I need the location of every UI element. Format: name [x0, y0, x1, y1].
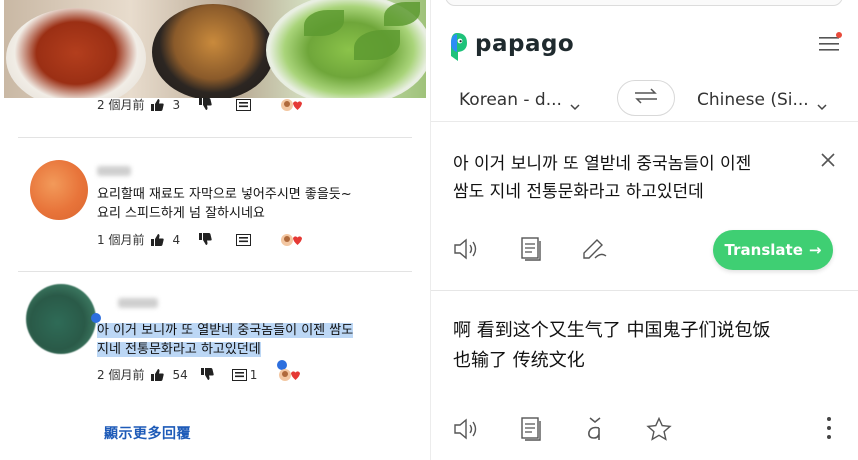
video-thumbnail[interactable]	[4, 0, 426, 98]
papago-logo-icon	[445, 32, 469, 62]
source-language-dropdown[interactable]: Korean - d...	[459, 90, 580, 111]
comment-line: 요리 스피드하게 넘 잘하시네요	[97, 206, 265, 221]
thumbs-down-icon[interactable]	[198, 233, 212, 246]
food-pot-image	[152, 4, 274, 98]
youtube-comments-panel: 2 個月前 3 요리할때 재료도 자막으로 넣어주시면 좋을듯~ 요리 스피드하…	[0, 0, 428, 460]
translate-button[interactable]: Translate →	[713, 230, 833, 270]
reply-icon[interactable]	[231, 368, 247, 381]
comment-line: 아 이거 보니까 또 열받네 중국놈들이 이젠 쌈도	[97, 323, 354, 338]
star-icon[interactable]	[645, 416, 673, 442]
result-toolbar	[453, 416, 709, 442]
comment-divider	[18, 137, 412, 138]
translated-text-line: 也输了 传统文化	[453, 350, 585, 371]
source-text-input[interactable]: 아 이거 보니까 또 열받네 중국놈들이 이젠 쌈도 지네 전통문화라고 하고있…	[453, 150, 751, 206]
section-divider	[431, 290, 858, 291]
username-blurred	[118, 298, 158, 308]
like-count: 54	[172, 367, 188, 382]
show-more-replies-link[interactable]: 顯示更多回覆	[104, 423, 191, 443]
comment-text-selected[interactable]: 아 이거 보니까 또 열받네 중국놈들이 이젠 쌈도 지네 전통문화라고 하고있…	[97, 321, 354, 359]
avatar[interactable]	[30, 160, 88, 220]
source-text-line: 아 이거 보니까 또 열받네 중국놈들이 이젠	[453, 154, 752, 174]
language-selector-bar: Korean - d... Chinese (Si...	[431, 78, 858, 122]
thumbs-up-icon[interactable]	[150, 98, 165, 111]
arrow-right-icon: →	[808, 241, 822, 259]
reply-count: 1	[249, 367, 258, 382]
app-name: papago	[475, 31, 575, 57]
avatar[interactable]	[26, 284, 96, 354]
source-toolbar	[453, 236, 645, 262]
source-language-label: Korean - d...	[459, 90, 562, 110]
food-plate-image	[6, 8, 146, 98]
target-language-dropdown[interactable]: Chinese (Si...	[697, 90, 827, 111]
comment-line: 지네 전통문화라고 하고있던데	[97, 342, 261, 357]
selection-start-handle[interactable]	[91, 313, 101, 323]
papago-header: papago	[431, 18, 858, 68]
speaker-icon[interactable]	[453, 416, 481, 442]
copy-icon[interactable]	[517, 236, 545, 262]
thumbs-up-icon[interactable]	[150, 233, 165, 246]
thumbs-down-icon[interactable]	[200, 368, 214, 381]
comment-actions: 1 個月前 4	[97, 231, 303, 248]
source-text-line: 쌈도 지네 전통문화라고 하고있던데	[453, 182, 704, 202]
translate-label: Translate	[724, 241, 803, 259]
translated-text[interactable]: 啊 看到这个又生气了 中国鬼子们说包饭 也输了 传统文化	[453, 316, 770, 376]
creator-heart-icon	[281, 233, 303, 247]
comment-time: 1 個月前	[97, 233, 145, 247]
reply-icon[interactable]	[236, 98, 252, 111]
thumbs-up-icon[interactable]	[150, 368, 165, 381]
thumbs-down-icon[interactable]	[198, 98, 212, 111]
creator-heart-icon	[279, 368, 301, 382]
chevron-down-icon	[570, 96, 580, 111]
speaker-icon[interactable]	[453, 236, 481, 262]
copy-icon[interactable]	[517, 416, 545, 442]
comment-time: 2 個月前	[97, 368, 145, 382]
papago-panel: papago Korean - d... Chinese (Si... 아 이거…	[430, 0, 858, 460]
creator-heart-icon	[281, 98, 303, 112]
reply-icon[interactable]	[236, 233, 252, 246]
comment-divider	[18, 271, 412, 272]
menu-icon[interactable]	[819, 36, 839, 52]
swap-languages-button[interactable]	[617, 80, 675, 116]
handwriting-icon[interactable]	[581, 236, 609, 262]
pinyin-icon[interactable]	[581, 416, 609, 442]
like-count: 4	[172, 232, 181, 247]
chevron-down-icon	[817, 96, 827, 111]
like-count: 3	[172, 97, 181, 112]
notification-dot	[836, 32, 842, 38]
comment-actions: 2 個月前 3	[97, 96, 303, 113]
more-vertical-icon[interactable]	[826, 416, 832, 440]
swap-icon	[633, 88, 659, 108]
comment-time: 2 個月前	[97, 98, 145, 112]
target-language-label: Chinese (Si...	[697, 90, 809, 110]
comment-actions: 2 個月前 54 1	[97, 366, 301, 383]
address-bar[interactable]	[445, 0, 843, 6]
close-icon[interactable]	[820, 152, 836, 168]
username-blurred	[97, 166, 131, 176]
comment-line: 요리할때 재료도 자막으로 넣어주시면 좋을듯~	[97, 187, 352, 202]
comment-text: 요리할때 재료도 자막으로 넣어주시면 좋을듯~ 요리 스피드하게 넘 잘하시네…	[97, 185, 352, 223]
translated-text-line: 啊 看到这个又生气了 中国鬼子们说包饭	[453, 320, 771, 341]
